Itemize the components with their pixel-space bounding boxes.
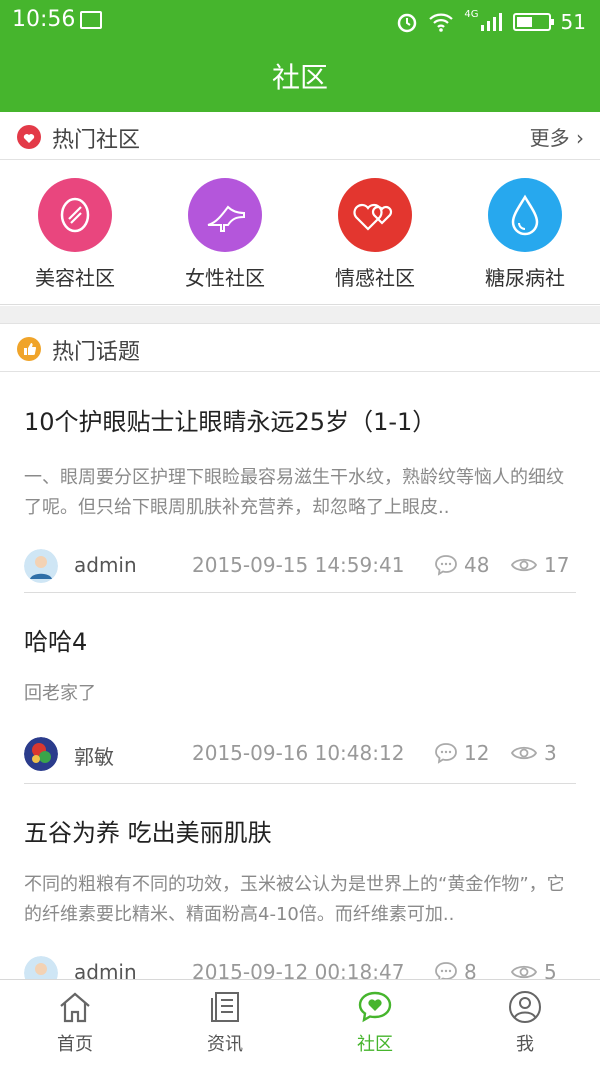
view-count: 3 bbox=[510, 741, 557, 765]
network-type: 4G bbox=[464, 8, 479, 20]
divider bbox=[24, 592, 576, 593]
app-bar: 社区 bbox=[0, 44, 600, 112]
tab-label: 首页 bbox=[57, 1034, 93, 1055]
comment-count: 12 bbox=[434, 741, 489, 765]
post-description: 不同的粗粮有不同的功效，玉米被公认为是世界上的“黄金作物”，它的纤维素要比精米、… bbox=[24, 874, 565, 925]
community-label: 女性社区 bbox=[185, 266, 265, 290]
comment-icon bbox=[435, 743, 457, 764]
post-title: 10个护眼贴士让眼睛永远25岁（1-1） bbox=[24, 408, 437, 436]
comment-count-value: 12 bbox=[464, 741, 490, 765]
post-description: 一、眼周要分区护理下眼睑最容易滋生干水纹，熟龄纹等恼人的细纹了呢。但只给下眼周肌… bbox=[24, 467, 564, 518]
page-title: 社区 bbox=[271, 61, 328, 94]
comment-count: 48 bbox=[434, 553, 489, 577]
post-description: 回老家了 bbox=[24, 683, 96, 704]
community-emotion[interactable]: 情感社区 bbox=[320, 178, 430, 291]
heart-icon bbox=[17, 125, 41, 149]
community-list: 美容社区 女性社区 情感社区 糖尿病社 bbox=[0, 160, 600, 305]
post-author: 郭敏 bbox=[74, 745, 114, 769]
comment-icon bbox=[435, 555, 457, 576]
tab-label: 我 bbox=[516, 1034, 534, 1055]
avatar bbox=[24, 737, 58, 771]
more-link[interactable]: 更多 › bbox=[530, 122, 584, 151]
tab-me[interactable]: 我 bbox=[450, 980, 600, 1067]
bottom-tab-bar: 首页 资讯 社区 我 bbox=[0, 979, 600, 1067]
profile-icon bbox=[509, 991, 541, 1023]
tab-label: 社区 bbox=[357, 1034, 393, 1055]
eye-icon bbox=[510, 746, 538, 760]
more-label: 更多 bbox=[529, 126, 570, 150]
battery-percent: 51 bbox=[560, 10, 586, 34]
view-count: 17 bbox=[510, 553, 569, 577]
post-date: 2015-09-16 10:48:12 bbox=[192, 741, 405, 765]
post-item[interactable]: 哈哈4 回老家了 郭敏 2015-09-16 10:48:12 12 3 bbox=[24, 622, 576, 773]
eye-icon bbox=[510, 558, 538, 572]
beauty-icon bbox=[38, 178, 112, 252]
tab-home[interactable]: 首页 bbox=[0, 980, 150, 1067]
comment-count-value: 48 bbox=[464, 553, 490, 577]
thumbs-up-icon bbox=[17, 337, 41, 361]
tab-label: 资讯 bbox=[207, 1034, 243, 1055]
high-heel-icon bbox=[188, 178, 262, 252]
community-beauty[interactable]: 美容社区 bbox=[20, 178, 130, 291]
wifi-icon bbox=[429, 13, 454, 32]
community-diabetes[interactable]: 糖尿病社 bbox=[470, 178, 580, 291]
hot-topics-title: 热门话题 bbox=[52, 340, 141, 365]
chevron-right-icon: › bbox=[576, 126, 584, 150]
hot-communities-title: 热门社区 bbox=[52, 128, 141, 153]
community-label: 糖尿病社 bbox=[485, 266, 565, 290]
post-title: 哈哈4 bbox=[24, 628, 88, 656]
post-item[interactable]: 10个护眼贴士让眼睛永远25岁（1-1） 一、眼周要分区护理下眼睑最容易滋生干水… bbox=[24, 402, 576, 585]
hearts-icon bbox=[338, 178, 412, 252]
tab-community[interactable]: 社区 bbox=[300, 980, 450, 1067]
drop-icon bbox=[488, 178, 562, 252]
signal-icon bbox=[480, 13, 502, 31]
divider bbox=[24, 783, 576, 784]
community-icon bbox=[358, 991, 392, 1023]
community-label: 情感社区 bbox=[335, 266, 415, 290]
post-title: 五谷为养 吃出美丽肌肤 bbox=[24, 819, 272, 847]
avatar bbox=[24, 549, 58, 583]
alarm-icon bbox=[398, 13, 417, 33]
hot-communities-header: 热门社区 更多 › bbox=[0, 112, 600, 160]
status-bar: 10:56 4G 51 bbox=[0, 0, 600, 44]
community-women[interactable]: 女性社区 bbox=[170, 178, 280, 291]
post-item[interactable]: 五谷为养 吃出美丽肌肤 不同的粗粮有不同的功效，玉米被公认为是世界上的“黄金作物… bbox=[24, 813, 576, 992]
tab-news[interactable]: 资讯 bbox=[150, 980, 300, 1067]
news-icon bbox=[211, 992, 239, 1022]
post-author: admin bbox=[74, 553, 137, 577]
battery-icon bbox=[512, 13, 554, 31]
community-label: 美容社区 bbox=[35, 266, 115, 290]
home-icon bbox=[60, 992, 90, 1023]
image-notification-icon bbox=[80, 11, 102, 29]
post-date: 2015-09-15 14:59:41 bbox=[192, 553, 405, 577]
view-count-value: 3 bbox=[544, 741, 557, 765]
view-count-value: 17 bbox=[544, 553, 570, 577]
section-gap bbox=[0, 306, 600, 324]
hot-topics-header: 热门话题 bbox=[0, 324, 600, 372]
status-time: 10:56 bbox=[12, 7, 76, 32]
